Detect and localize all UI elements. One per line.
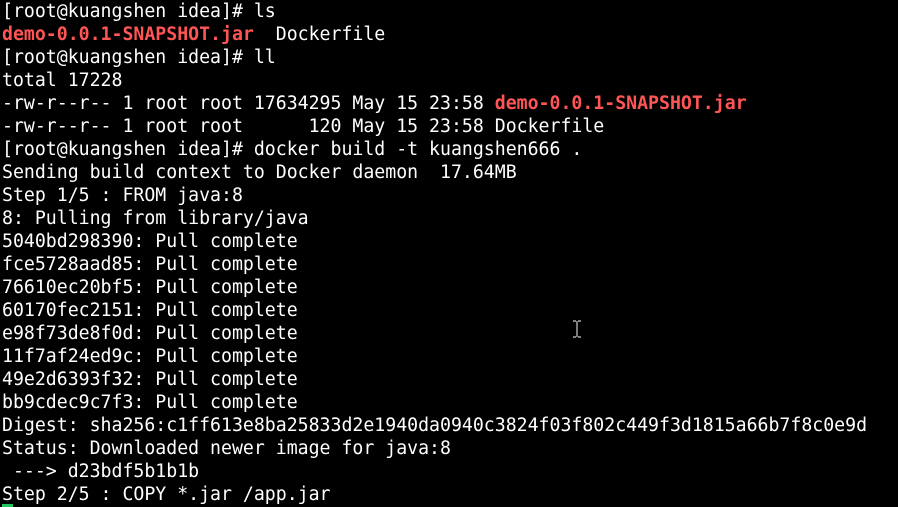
- terminal-line: 76610ec20bf5: Pull complete: [2, 276, 898, 299]
- terminal-line: Sending build context to Docker daemon 1…: [2, 161, 898, 184]
- terminal-line: [root@kuangshen idea]# ll: [2, 46, 898, 69]
- terminal-line: 5040bd298390: Pull complete: [2, 230, 898, 253]
- terminal-line: 60170fec2151: Pull complete: [2, 299, 898, 322]
- terminal-line: ---> d23bdf5b1b1b: [2, 460, 898, 483]
- line-segment: Step 1/5 : FROM java:8: [2, 185, 243, 206]
- terminal-line: Step 1/5 : FROM java:8: [2, 184, 898, 207]
- line-segment: Sending build context to Docker daemon 1…: [2, 162, 517, 183]
- terminal-line: total 17228: [2, 69, 898, 92]
- terminal-line: demo-0.0.1-SNAPSHOT.jar Dockerfile: [2, 23, 898, 46]
- terminal-line: -rw-r--r-- 1 root root 120 May 15 23:58 …: [2, 115, 898, 138]
- line-segment: total 17228: [2, 70, 123, 91]
- line-segment: -rw-r--r-- 1 root root 120 May 15 23:58 …: [2, 116, 605, 137]
- line-segment: [root@kuangshen idea]# ll: [2, 47, 276, 68]
- terminal-line: Step 2/5 : COPY *.jar /app.jar: [2, 483, 898, 506]
- line-segment: Digest: sha256:c1ff613e8ba25833d2e1940da…: [2, 415, 868, 436]
- terminal-line: bb9cdec9c7f3: Pull complete: [2, 391, 898, 414]
- terminal-line: fce5728aad85: Pull complete: [2, 253, 898, 276]
- terminal-line: [root@kuangshen idea]# ls: [2, 0, 898, 23]
- line-segment: Status: Downloaded newer image for java:…: [2, 438, 451, 459]
- line-segment: 5040bd298390: Pull complete: [2, 231, 298, 252]
- terminal-line: [root@kuangshen idea]# docker build -t k…: [2, 138, 898, 161]
- line-segment: [root@kuangshen idea]# ls: [2, 1, 276, 22]
- terminal-line: -rw-r--r-- 1 root root 17634295 May 15 2…: [2, 92, 898, 115]
- terminal-window[interactable]: [root@kuangshen idea]# ls demo-0.0.1-SNAP…: [0, 0, 898, 507]
- line-segment: 49e2d6393f32: Pull complete: [2, 369, 298, 390]
- line-segment: -rw-r--r-- 1 root root 17634295 May 15 2…: [2, 93, 495, 114]
- line-segment: ---> d23bdf5b1b1b: [2, 461, 200, 482]
- i-beam-icon: [573, 320, 581, 338]
- line-segment: fce5728aad85: Pull complete: [2, 254, 298, 275]
- line-segment: 76610ec20bf5: Pull complete: [2, 277, 298, 298]
- line-segment: bb9cdec9c7f3: Pull complete: [2, 392, 298, 413]
- line-segment: [root@kuangshen idea]# docker build -t k…: [2, 139, 583, 160]
- line-segment: 11f7af24ed9c: Pull complete: [2, 346, 298, 367]
- terminal-line: Status: Downloaded newer image for java:…: [2, 437, 898, 460]
- terminal-line: e98f73de8f0d: Pull complete: [2, 322, 898, 345]
- line-segment: Dockerfile: [253, 24, 386, 45]
- terminal-line: 11f7af24ed9c: Pull complete: [2, 345, 898, 368]
- highlighted-filename: demo-0.0.1-SNAPSHOT.jar: [494, 93, 747, 114]
- line-segment: e98f73de8f0d: Pull complete: [2, 323, 298, 344]
- terminal-line: 8: Pulling from library/java: [2, 207, 898, 230]
- line-segment: 8: Pulling from library/java: [2, 208, 309, 229]
- highlighted-filename: demo-0.0.1-SNAPSHOT.jar: [2, 24, 254, 45]
- terminal-line: 49e2d6393f32: Pull complete: [2, 368, 898, 391]
- terminal-output: [root@kuangshen idea]# ls demo-0.0.1-SNAP…: [2, 0, 898, 506]
- terminal-line: Digest: sha256:c1ff613e8ba25833d2e1940da…: [2, 414, 898, 437]
- line-segment: 60170fec2151: Pull complete: [2, 300, 298, 321]
- line-segment: Step 2/5 : COPY *.jar /app.jar: [2, 484, 331, 505]
